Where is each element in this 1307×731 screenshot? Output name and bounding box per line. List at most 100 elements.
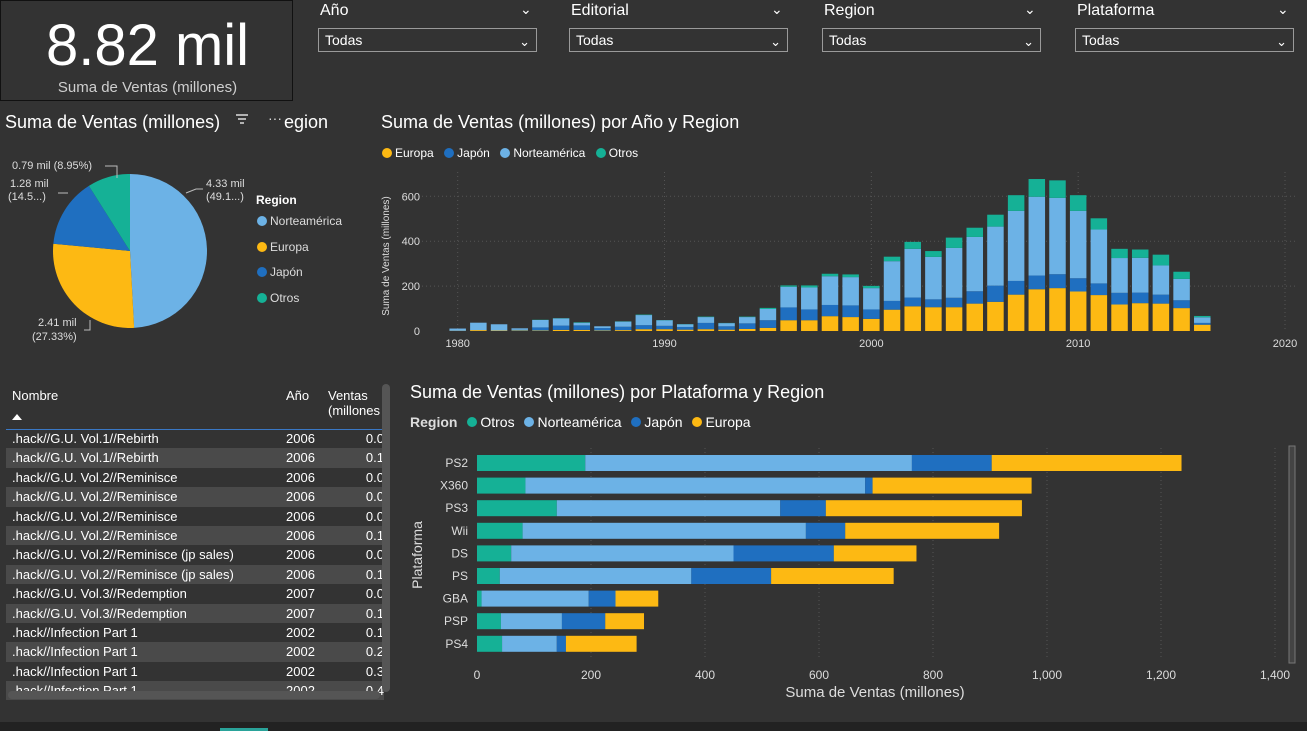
bar-2002-europa[interactable]	[904, 306, 921, 331]
bar-1988-europa[interactable]	[614, 330, 632, 331]
table-scrollbar-horizontal[interactable]	[8, 691, 380, 699]
table-scrollbar-vertical[interactable]	[382, 384, 390, 692]
bar-1998-japon[interactable]	[821, 304, 839, 317]
bar-1996-europa[interactable]	[780, 320, 797, 331]
bar-1983-norteamerica[interactable]	[511, 328, 528, 330]
bar-2001-japon[interactable]	[883, 300, 901, 310]
bar-2005-otros[interactable]	[966, 227, 984, 237]
bar-2012-otros[interactable]	[1111, 248, 1128, 259]
bar-2014-europa[interactable]	[1152, 303, 1170, 331]
bar-ps3-otros[interactable]	[477, 500, 557, 517]
table-row[interactable]: .hack//G.U. Vol.3//Redemption 2007 0.1	[6, 603, 384, 623]
table-row[interactable]: .hack//G.U. Vol.2//Reminisce 2006 0.0	[6, 507, 384, 526]
bar-ps4-norteamerica[interactable]	[502, 635, 557, 652]
table-row[interactable]: .hack//G.U. Vol.2//Reminisce 2006 0.0	[6, 487, 384, 507]
bar-2001-norteamerica[interactable]	[883, 261, 901, 301]
bar-1992-europa[interactable]	[697, 329, 715, 331]
chevron-down-icon[interactable]: ⌄	[1024, 1, 1036, 18]
bar-1993-norteamerica[interactable]	[718, 323, 735, 327]
table-header-sales-unit[interactable]: (millones	[328, 403, 384, 418]
bar-ps2-japon[interactable]	[911, 455, 992, 471]
chevron-down-icon[interactable]: ⌄	[520, 1, 532, 18]
bar-1989-norteamerica[interactable]	[635, 315, 653, 326]
bar-1999-norteamerica[interactable]	[842, 277, 859, 306]
bar-ps-norteamerica[interactable]	[499, 568, 692, 584]
bar-2016-japon[interactable]	[1194, 322, 1211, 325]
bar-gba-europa[interactable]	[615, 590, 659, 607]
bar-1996-otros[interactable]	[780, 285, 797, 287]
bar-2010-japon[interactable]	[1069, 278, 1087, 292]
bar-2000-otros[interactable]	[863, 285, 880, 289]
bar-2005-japon[interactable]	[966, 291, 984, 304]
bar-wii-norteamerica[interactable]	[522, 522, 806, 539]
bar-2002-japon[interactable]	[904, 297, 921, 307]
bar-1993-europa[interactable]	[718, 329, 735, 331]
bar-ps3-japon[interactable]	[780, 500, 826, 517]
bar-1999-europa[interactable]	[842, 317, 859, 331]
platform-legend-norteamerica[interactable]: Norteamérica	[524, 414, 622, 430]
bar-gba-norteamerica[interactable]	[481, 590, 589, 607]
bar-2003-japon[interactable]	[925, 299, 942, 308]
bar-2007-europa[interactable]	[1007, 294, 1025, 331]
bar-2008-japon[interactable]	[1028, 275, 1046, 290]
bar-2003-otros[interactable]	[925, 251, 942, 257]
platform-chart-scrollbar[interactable]	[1288, 445, 1296, 664]
table-row[interactable]: .hack//G.U. Vol.2//Reminisce 2006 0.0	[6, 468, 384, 487]
bar-2015-otros[interactable]	[1173, 271, 1190, 279]
bar-1984-japon[interactable]	[532, 327, 549, 331]
bar-1997-norteamerica[interactable]	[801, 287, 818, 310]
bar-1994-japon[interactable]	[738, 323, 756, 329]
bar-ps4-otros[interactable]	[477, 635, 503, 652]
bar-2015-norteamerica[interactable]	[1173, 278, 1190, 301]
bar-2008-europa[interactable]	[1028, 289, 1046, 331]
legend-otros[interactable]: Otros	[595, 146, 638, 160]
bar-1980-norteamerica[interactable]	[449, 328, 466, 331]
bar-ps3-europa[interactable]	[825, 500, 1022, 517]
bar-psp-norteamerica[interactable]	[500, 613, 562, 630]
sort-ascending-icon[interactable]	[12, 414, 22, 420]
bar-ps2-norteamerica[interactable]	[585, 455, 912, 471]
bar-2009-europa[interactable]	[1049, 288, 1066, 331]
bar-2001-otros[interactable]	[883, 256, 901, 262]
bar-2007-japon[interactable]	[1007, 280, 1025, 295]
bar-1985-norteamerica[interactable]	[552, 318, 570, 326]
bar-1995-norteamerica[interactable]	[759, 308, 777, 321]
bar-2013-norteamerica[interactable]	[1131, 257, 1149, 293]
bar-1986-europa[interactable]	[573, 329, 591, 331]
bar-1987-japon[interactable]	[594, 328, 611, 331]
bar-1992-japon[interactable]	[697, 322, 715, 330]
bar-ps-otros[interactable]	[477, 568, 500, 584]
bar-1990-europa[interactable]	[656, 329, 673, 331]
bar-2004-europa[interactable]	[945, 307, 963, 331]
bar-2006-europa[interactable]	[987, 301, 1004, 331]
bar-1994-norteamerica[interactable]	[738, 317, 756, 324]
filter-icon[interactable]	[234, 112, 250, 128]
bar-wii-japon[interactable]	[805, 522, 846, 539]
bar-1995-japon[interactable]	[759, 320, 777, 328]
bar-1991-norteamerica[interactable]	[676, 324, 694, 327]
bar-2013-otros[interactable]	[1131, 249, 1149, 258]
bar-2011-europa[interactable]	[1090, 295, 1108, 331]
bar-2005-europa[interactable]	[966, 303, 984, 331]
bar-2015-europa[interactable]	[1173, 308, 1190, 331]
bar-2002-otros[interactable]	[904, 241, 921, 249]
bar-x360-norteamerica[interactable]	[525, 477, 866, 494]
bar-1999-otros[interactable]	[842, 274, 859, 278]
bar-2006-japon[interactable]	[987, 285, 1004, 302]
bar-psp-otros[interactable]	[477, 613, 501, 630]
bar-2010-europa[interactable]	[1069, 291, 1087, 331]
legend-europa[interactable]: Europa	[382, 146, 434, 160]
bar-1990-japon[interactable]	[656, 325, 673, 330]
chevron-down-icon[interactable]: ⌄	[771, 1, 783, 18]
bar-1995-europa[interactable]	[759, 327, 777, 331]
pie-slice-europa[interactable]	[52, 243, 135, 328]
bar-1997-japon[interactable]	[801, 309, 818, 321]
bar-2004-japon[interactable]	[945, 297, 963, 308]
bar-ps2-otros[interactable]	[477, 455, 586, 471]
bar-2012-norteamerica[interactable]	[1111, 258, 1128, 293]
bar-2010-norteamerica[interactable]	[1069, 210, 1087, 279]
table-row[interactable]: .hack//G.U. Vol.2//Reminisce (jp sales) 2…	[6, 545, 384, 564]
bar-2015-japon[interactable]	[1173, 300, 1190, 309]
bar-2016-norteamerica[interactable]	[1194, 317, 1211, 323]
legend-japon[interactable]: Japón	[444, 146, 490, 160]
